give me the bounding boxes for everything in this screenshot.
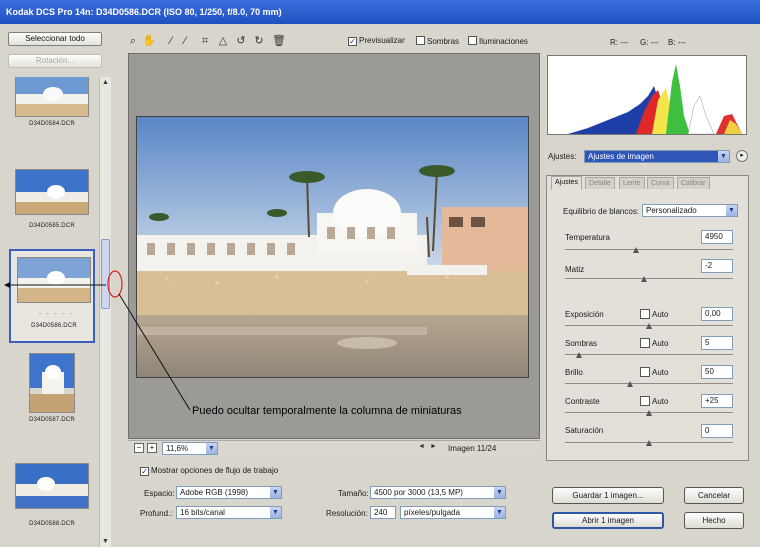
shadows-slider[interactable] [565,351,733,359]
cancel-button[interactable]: Cancelar [684,487,744,504]
readout-red: R: --- [610,38,629,47]
checkbox-box[interactable] [640,367,650,377]
settings-menu-icon[interactable]: ▸ [736,150,748,162]
temperature-slider[interactable] [565,246,733,254]
chevron-down-icon: ▼ [270,507,281,518]
chevron-down-icon: ▼ [270,487,281,498]
white-balance-label: Equilibrio de blancos: [563,207,640,216]
show-workflow-checkbox[interactable]: ✓ Mostrar opciones de flujo de trabajo [140,466,278,476]
brightness-auto-checkbox[interactable]: Auto [640,367,668,377]
shadows-label: Sombras [565,339,598,348]
adjustments-panel: Ajustes Detalle Lente Curva Calibrar Equ… [546,175,749,461]
slider-knob[interactable] [626,381,633,387]
slider-knob[interactable] [646,410,652,416]
temperature-field[interactable]: 4950 [701,230,733,244]
adjustment-tabs: Ajustes Detalle Lente Curva Calibrar [547,176,748,190]
slider-knob[interactable] [646,440,652,446]
contrast-field[interactable]: +25 [701,394,733,408]
contrast-auto-checkbox[interactable]: Auto [640,396,668,406]
slider-knob[interactable] [641,276,648,282]
settings-select[interactable]: Ajustes de imagen ▼ [584,150,730,163]
saturation-field[interactable]: 0 [701,424,733,438]
brightness-slider[interactable] [565,380,733,388]
slider-knob[interactable] [576,352,583,358]
tab-curva[interactable]: Curva [647,177,674,189]
brightness-label: Brillo [565,368,583,377]
tint-label: Matiz [565,265,585,274]
save-image-button[interactable]: Guardar 1 imagen... [552,487,664,504]
checkbox-box[interactable] [640,396,650,406]
saturation-label: Saturación [565,426,604,435]
annotation-leader-line [118,293,191,411]
tab-ajustes[interactable]: Ajustes [551,176,582,190]
settings-row: Ajustes: Ajustes de imagen ▼ ▸ [548,150,748,164]
space-label: Espacio: [144,489,175,498]
arrow-head-icon [4,282,10,288]
exposure-slider[interactable] [565,322,733,330]
annotation-caption: Puedo ocultar temporalmente la columna d… [192,405,462,417]
readout-blue: B: --- [668,38,686,47]
slider-knob[interactable] [633,247,640,253]
size-select[interactable]: 4500 por 3000 (13,5 MP) ▼ [370,486,506,499]
exposure-field[interactable]: 0,00 [701,307,733,321]
tint-slider[interactable] [565,275,733,283]
size-label: Tamaño: [338,489,369,498]
temperature-label: Temperatura [565,233,610,242]
exposure-auto-checkbox[interactable]: Auto [640,309,668,319]
depth-label: Profund.: [140,509,173,518]
checkbox-box[interactable]: ✓ [140,467,149,476]
white-balance-select[interactable]: Personalizado ▼ [642,204,738,217]
saturation-slider[interactable] [565,439,733,447]
tab-detalle[interactable]: Detalle [585,177,615,189]
tint-field[interactable]: -2 [701,259,733,273]
open-image-button[interactable]: Abrir 1 imagen [552,512,664,529]
done-button[interactable]: Hecho [684,512,744,529]
workflow-options: ✓ Mostrar opciones de flujo de trabajo Es… [128,466,508,546]
readout-green: G: --- [640,38,659,47]
shadows-auto-checkbox[interactable]: Auto [640,338,668,348]
chevron-down-icon: ▼ [726,205,737,216]
contrast-slider[interactable] [565,409,733,417]
chevron-down-icon: ▼ [494,507,505,518]
space-select[interactable]: Adobe RGB (1998) ▼ [176,486,282,499]
resolution-field[interactable]: 240 [370,506,396,519]
histogram [547,55,747,135]
slider-knob[interactable] [646,323,652,329]
resolution-unit-select[interactable]: píxeles/pulgada ▼ [400,506,506,519]
tab-calibrar[interactable]: Calibrar [677,177,710,189]
brightness-field[interactable]: 50 [701,365,733,379]
exposure-label: Exposición [565,310,604,319]
settings-label: Ajustes: [548,152,577,161]
tab-lente[interactable]: Lente [619,177,645,189]
checkbox-box[interactable] [640,309,650,319]
shadows-field[interactable]: 5 [701,336,733,350]
checkbox-box[interactable] [640,338,650,348]
chevron-down-icon: ▼ [494,487,505,498]
depth-select[interactable]: 16 bits/canal ▼ [176,506,282,519]
chevron-down-icon: ▼ [718,151,729,162]
resolution-label: Resolución: [326,509,368,518]
annotation-circle [107,270,123,298]
contrast-label: Contraste [565,397,600,406]
